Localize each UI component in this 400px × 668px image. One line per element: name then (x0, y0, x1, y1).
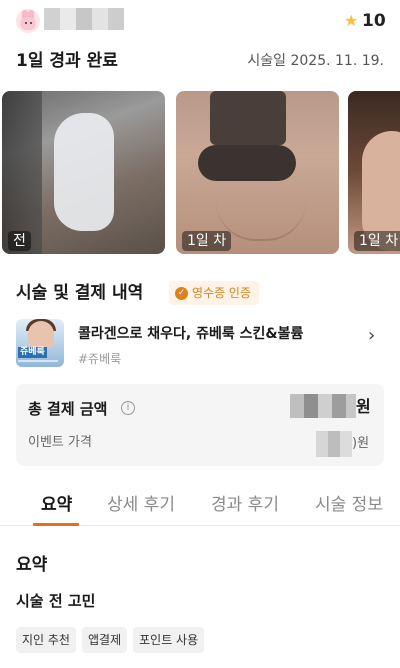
treatment-date: 시술일 2025. 11. 19. (247, 53, 384, 69)
photo-label: 전 (8, 231, 31, 251)
photo-day1-second[interactable]: 1일 차 (348, 91, 400, 254)
payment-card: 총 결제 금액 i 원 이벤트 가격 )원 (16, 384, 384, 466)
blurred-total-amount (290, 394, 356, 418)
tab-summary[interactable]: 요약 (41, 494, 72, 516)
photo-label: 1일 차 (182, 231, 232, 251)
chip: 앱결제 (81, 627, 128, 653)
thumbnail-brand: 쥬베룩 (18, 347, 47, 358)
verified-check-icon: ✓ (175, 286, 188, 300)
thumbnail-face-shape (28, 321, 54, 349)
info-icon[interactable]: i (121, 401, 135, 415)
photo-hair-shape (2, 91, 42, 254)
chip: 포인트 사용 (133, 627, 205, 653)
blurred-username (44, 8, 124, 30)
product-name: 콜라겐으로 채우다, 쥬베룩 스킨&볼륨 (78, 326, 304, 342)
avatar[interactable] (16, 9, 40, 33)
chip: 지인 추천 (16, 627, 76, 653)
section-title: 시술 및 결제 내역 (16, 283, 144, 303)
review-tabs: 요약 상세 후기 경과 후기 시술 정보 (0, 484, 400, 526)
concern-chips: 지인 추천 앱결제 포인트 사용 (16, 627, 205, 653)
product-hashtag[interactable]: #쥬베룩 (78, 351, 121, 367)
star-icon: ★ (344, 11, 359, 30)
photo-privacy-mask (198, 145, 296, 181)
event-price-label: 이벤트 가격 (28, 435, 92, 450)
tab-progress-review[interactable]: 경과 후기 (211, 494, 279, 516)
product-row[interactable]: 쥬베룩 콜라겐으로 채우다, 쥬베룩 스킨&볼륨 #쥬베룩 › (16, 319, 384, 371)
elapsed-title: 1일 경과 완료 (16, 51, 118, 71)
active-tab-indicator (33, 523, 79, 526)
photo-carousel[interactable]: 전 1일 차 1일 차 (0, 91, 400, 254)
photo-before[interactable]: 전 (2, 91, 165, 254)
photo-bandage-shape (54, 113, 114, 231)
chevron-right-icon[interactable]: › (368, 327, 375, 345)
star-rating: 10 (362, 11, 386, 31)
receipt-verified-badge: ✓ 영수증 인증 (169, 281, 260, 305)
event-currency-unit: )원 (352, 436, 370, 451)
photo-label: 1일 차 (354, 231, 400, 251)
product-thumbnail: 쥬베룩 (16, 319, 64, 367)
blurred-event-price (316, 431, 352, 457)
top-bar: ★ 10 (0, 0, 400, 44)
photo-day1[interactable]: 1일 차 (176, 91, 339, 254)
avatar-face (20, 17, 36, 30)
photo-privacy-mask (210, 91, 286, 145)
tab-detail-review[interactable]: 상세 후기 (107, 494, 175, 516)
avatar-eye (25, 22, 27, 24)
total-payment-label: 총 결제 금액 (28, 400, 108, 418)
summary-title: 요약 (16, 555, 48, 575)
tab-treatment-info[interactable]: 시술 정보 (315, 494, 383, 516)
total-currency-unit: 원 (356, 397, 371, 416)
avatar-eye (30, 22, 32, 24)
pre-treatment-concern-title: 시술 전 고민 (16, 592, 96, 610)
receipt-badge-label: 영수증 인증 (192, 286, 252, 300)
thumbnail-fine-print (18, 360, 58, 362)
